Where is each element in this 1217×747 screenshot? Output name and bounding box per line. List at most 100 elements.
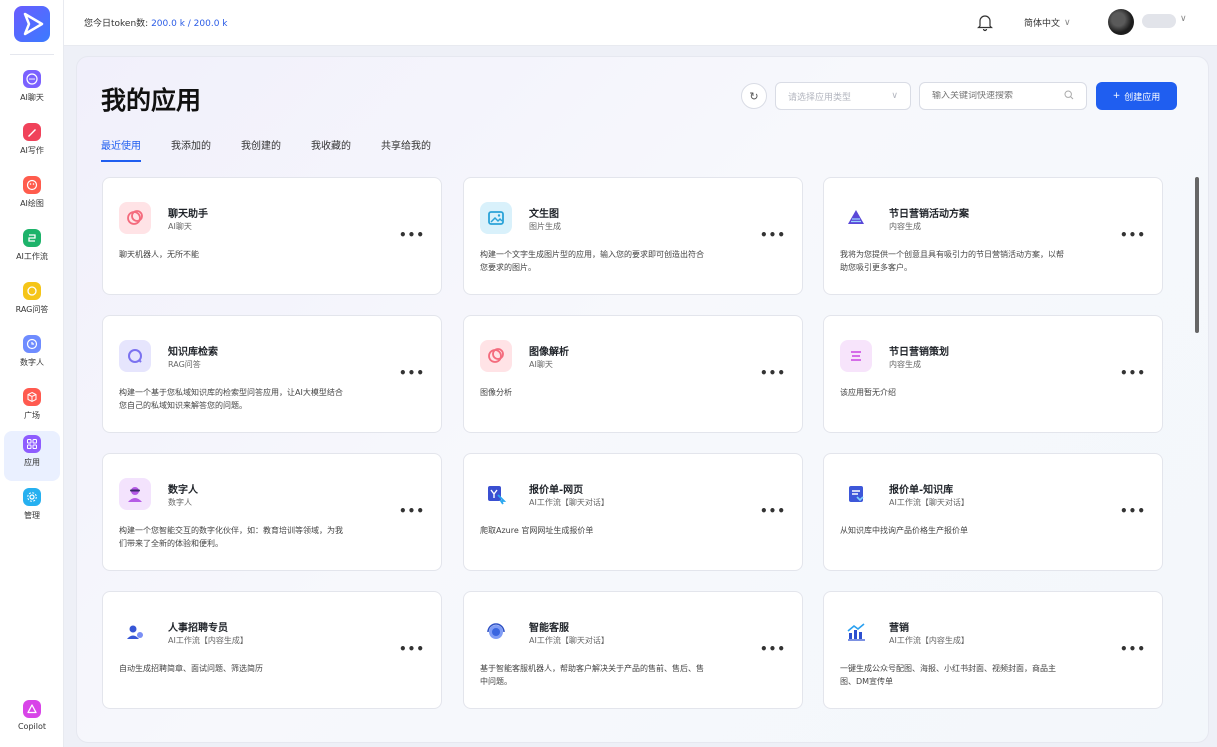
sidebar-item-apps[interactable]: 应用 <box>4 431 60 481</box>
app-card-title: 知识库检索 <box>168 347 218 358</box>
more-options-icon[interactable]: ••• <box>399 504 425 518</box>
pen-icon <box>23 123 41 141</box>
rag-icon <box>23 282 41 300</box>
app-card-description: 从知识库中找询产品价格生产报价单 <box>840 526 968 535</box>
sidebar-item-label: 管理 <box>24 511 40 520</box>
copilot-icon <box>23 700 41 718</box>
app-card[interactable]: 人事招聘专员 AI工作流【内容生成】 自动生成招聘简章、面试问题、筛选简历 ••• <box>102 591 442 709</box>
app-type-placeholder: 请选择应用类型 <box>788 92 852 103</box>
tab-created[interactable]: 我创建的 <box>241 137 281 162</box>
more-options-icon[interactable]: ••• <box>760 642 786 656</box>
cube-icon <box>23 388 41 406</box>
app-card-subtitle: AI聊天 <box>529 360 553 369</box>
app-card[interactable]: 智能客服 AI工作流【聊天对话】 基于智能客服机器人，帮助客户解决关于产品的售前、售… <box>463 591 803 709</box>
more-options-icon[interactable]: ••• <box>1120 504 1146 518</box>
app-card-description: 构建一个文字生成图片型的应用，输入您的要求即可创造出符合您要求的图片。 <box>480 250 704 272</box>
app-card[interactable]: 营销 AI工作流【内容生成】 一键生成公众号配图、海报、小红书封面、视频封面，商品主… <box>823 591 1163 709</box>
app-card[interactable]: 报价单-知识库 AI工作流【聊天对话】 从知识库中找询产品价格生产报价单 ••• <box>823 453 1163 571</box>
app-card-description: 构建一个您智能交互的数字化伙伴，如：教育培训等领域，为我们带来了全新的体验和便利… <box>119 526 343 548</box>
app-card[interactable]: 文生图 图片生成 构建一个文字生成图片型的应用，输入您的要求即可创造出符合您要求的图… <box>463 177 803 295</box>
top-bar: 您今日token数: 200.0 k / 200.0 k 简体中文 ∨ ∨ <box>64 0 1217 46</box>
language-selector[interactable]: 简体中文 ∨ <box>1024 16 1071 30</box>
app-card-title: 报价单-网页 <box>529 485 584 496</box>
tab-recent[interactable]: 最近使用 <box>101 137 141 162</box>
more-options-icon[interactable]: ••• <box>399 366 425 380</box>
search-box <box>919 82 1087 110</box>
more-options-icon[interactable]: ••• <box>1120 228 1146 242</box>
sidebar-item-label: RAG问答 <box>15 305 49 314</box>
refresh-icon: ↻ <box>749 89 759 103</box>
app-card-description: 爬取Azure 官网网址生成报价单 <box>480 526 594 535</box>
search-icon <box>119 340 151 372</box>
app-card-subtitle: 数字人 <box>168 498 192 507</box>
app-card[interactable]: 知识库检索 RAG问答构建一个基于您私域知识库的检索型问答应用，让AI大模型结合您… <box>102 315 442 433</box>
app-card-description: 聊天机器人，无所不能 <box>119 250 199 259</box>
username-blurred[interactable] <box>1142 14 1176 28</box>
sidebar-item-ai-chat[interactable]: AI聊天 <box>4 66 60 116</box>
search-input[interactable] <box>932 91 1062 101</box>
tab-favorites[interactable]: 我收藏的 <box>311 137 351 162</box>
app-card[interactable]: 图像解析 AI聊天 图像分析 ••• <box>463 315 803 433</box>
app-card-description: 该应用暂无介绍 <box>840 388 896 397</box>
copilot-label: Copilot <box>17 722 47 731</box>
token-usage: 您今日token数: 200.0 k / 200.0 k <box>84 16 228 29</box>
sidebar-item-ai-drawing[interactable]: AI绘图 <box>4 172 60 222</box>
more-options-icon[interactable]: ••• <box>1120 366 1146 380</box>
sidebar-item-label: AI绘图 <box>20 199 44 208</box>
sidebar-item-digital-human[interactable]: 数字人 <box>4 331 60 381</box>
app-card[interactable]: 聊天助手 AI聊天 聊天机器人，无所不能 ••• <box>102 177 442 295</box>
quote-web-icon <box>480 478 512 510</box>
sidebar-item-ai-workflow[interactable]: AI工作流 <box>4 225 60 275</box>
more-options-icon[interactable]: ••• <box>760 228 786 242</box>
copilot-button[interactable]: Copilot <box>4 700 60 746</box>
sidebar-item-plaza[interactable]: 广场 <box>4 384 60 434</box>
create-app-label: 创建应用 <box>1124 92 1161 103</box>
quote-doc-icon <box>840 478 872 510</box>
chevron-down-icon: ∨ <box>891 91 898 101</box>
logo-icon[interactable] <box>14 6 50 42</box>
sidebar-item-label: 数字人 <box>20 358 44 367</box>
app-card-description: 一键生成公众号配图、海报、小红书封面、视频封面，商品主图、DM宣传单 <box>840 664 1056 686</box>
app-card[interactable]: 节日营销策划 内容生成 该应用暂无介绍 ••• <box>823 315 1163 433</box>
app-card-subtitle: RAG问答 <box>168 360 201 369</box>
bell-icon[interactable] <box>976 12 994 32</box>
app-card[interactable]: 节日营销活动方案 内容生成我将为您提供一个创意且具有吸引力的节日营销活动方案，以帮… <box>823 177 1163 295</box>
app-card[interactable]: 报价单-网页 AI工作流【聊天对话】 爬取Azure 官网网址生成报价单 ••• <box>463 453 803 571</box>
tab-shared[interactable]: 共享给我的 <box>381 137 431 162</box>
tab-added[interactable]: 我添加的 <box>171 137 211 162</box>
chevron-down-icon[interactable]: ∨ <box>1180 14 1187 24</box>
sidebar-item-manage[interactable]: 管理 <box>4 484 60 534</box>
app-card-description: 我将为您提供一个创意且具有吸引力的节日营销活动方案，以帮助您吸引更多客户。 <box>840 250 1064 272</box>
workflow-icon <box>23 229 41 247</box>
app-card-title: 图像解析 <box>529 347 569 358</box>
scrollbar[interactable] <box>1195 177 1199 333</box>
avatar[interactable] <box>1108 9 1134 35</box>
refresh-button[interactable]: ↻ <box>741 83 767 109</box>
app-card-subtitle: 内容生成 <box>889 360 921 369</box>
sidebar-item-rag-qa[interactable]: RAG问答 <box>4 278 60 328</box>
more-options-icon[interactable]: ••• <box>1120 642 1146 656</box>
sidebar-item-label: AI工作流 <box>16 252 48 261</box>
chat-bubble-icon <box>119 202 151 234</box>
more-options-icon[interactable]: ••• <box>760 366 786 380</box>
more-options-icon[interactable]: ••• <box>760 504 786 518</box>
search-icon[interactable] <box>1064 89 1074 103</box>
app-card-subtitle: AI工作流【聊天对话】 <box>889 498 969 507</box>
app-card-title: 节日营销活动方案 <box>889 209 969 220</box>
more-options-icon[interactable]: ••• <box>399 642 425 656</box>
apps-icon <box>23 435 41 453</box>
app-card-title: 智能客服 <box>529 623 569 634</box>
sidebar: AI聊天 AI写作 AI绘图 AI工作流 RAG问答 数字人 广场 应用 管理 … <box>0 0 64 747</box>
sidebar-item-ai-writing[interactable]: AI写作 <box>4 119 60 169</box>
people-icon <box>119 616 151 648</box>
app-card[interactable]: 数字人 数字人 构建一个您智能交互的数字化伙伴，如：教育培训等领域，为我们带来了全新… <box>102 453 442 571</box>
digital-human-icon <box>23 335 41 353</box>
more-options-icon[interactable]: ••• <box>399 228 425 242</box>
sidebar-item-label: 应用 <box>24 458 40 467</box>
app-card-description: 构建一个基于您私域知识库的检索型问答应用，让AI大模型结合您自己的私域知识来解答… <box>119 388 343 410</box>
app-type-select[interactable]: 请选择应用类型 ∨ <box>775 82 911 110</box>
sidebar-item-label: AI写作 <box>20 146 44 155</box>
app-card-subtitle: 内容生成 <box>889 222 921 231</box>
create-app-button[interactable]: + 创建应用 <box>1096 82 1177 110</box>
app-card-description: 自动生成招聘简章、面试问题、筛选简历 <box>119 664 263 673</box>
